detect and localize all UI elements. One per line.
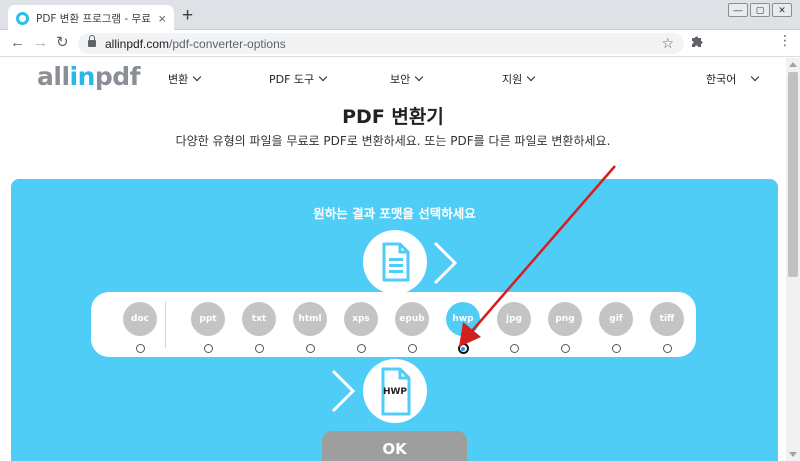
nav-convert-label: 변환 <box>168 73 189 86</box>
nav-pdf-tools[interactable]: PDF 도구 <box>269 71 328 87</box>
chevron-right-icon <box>331 369 356 413</box>
target-file-circle: HWP <box>363 359 427 423</box>
browser-menu-icon[interactable]: ⋮ <box>778 33 792 47</box>
new-tab-button[interactable]: + <box>182 6 193 25</box>
star-icon[interactable]: ☆ <box>661 35 674 52</box>
page-subtitle: 다양한 유형의 파일을 무료로 PDF로 변환하세요. 또는 PDF를 다른 파… <box>175 134 611 148</box>
format-button-gif[interactable]: gif <box>599 302 633 336</box>
nav-pdf-tools-label: PDF 도구 <box>269 73 315 86</box>
format-button-jpg[interactable]: jpg <box>497 302 531 336</box>
format-button-xps[interactable]: xps <box>344 302 378 336</box>
language-selector[interactable]: 한국어 <box>706 71 760 87</box>
browser-toolbar: ← → ↻ allinpdf.com/pdf-converter-options… <box>0 30 800 57</box>
address-bar[interactable]: allinpdf.com/pdf-converter-options ☆ <box>78 33 684 54</box>
format-button-doc[interactable]: doc <box>123 302 157 336</box>
url-path: /pdf-converter-options <box>169 36 286 51</box>
format-option-doc[interactable]: doc <box>120 302 160 353</box>
format-radio-ppt[interactable] <box>203 344 213 353</box>
scroll-down-icon[interactable] <box>789 452 797 457</box>
ok-button[interactable]: OK <box>322 431 467 461</box>
format-divider <box>165 301 166 348</box>
format-button-hwp[interactable]: hwp <box>446 302 480 336</box>
reload-button[interactable]: ↻ <box>56 34 69 52</box>
format-option-html[interactable]: html <box>290 302 330 353</box>
logo-part-all: all <box>37 62 70 91</box>
document-icon <box>382 242 410 282</box>
scroll-up-icon[interactable] <box>789 62 797 67</box>
browser-tab[interactable]: PDF 변환 프로그램 - 무료 온라인 × <box>8 5 174 31</box>
format-radio-tiff[interactable] <box>662 344 672 353</box>
language-label: 한국어 <box>706 73 737 86</box>
format-option-png[interactable]: png <box>545 302 585 353</box>
page-title: PDF 변환기 <box>342 106 444 128</box>
format-radio-xps[interactable] <box>356 344 366 353</box>
forward-button[interactable]: → <box>33 34 48 52</box>
puzzle-icon[interactable] <box>690 34 704 51</box>
format-option-gif[interactable]: gif <box>596 302 636 353</box>
maximize-button[interactable]: ▢ <box>750 3 770 17</box>
back-button[interactable]: ← <box>10 34 25 52</box>
converter-panel: 원하는 결과 포맷을 선택하세요 doc ppt txt html xps epub hwp… <box>11 179 778 461</box>
format-radio-epub[interactable] <box>407 344 417 353</box>
format-selector: doc ppt txt html xps epub hwp jpg png gif tiff <box>91 292 696 357</box>
format-option-ppt[interactable]: ppt <box>188 302 228 353</box>
page-scrollbar[interactable] <box>786 58 800 461</box>
chevron-right-icon <box>433 241 458 285</box>
format-radio-doc[interactable] <box>135 344 145 353</box>
tab-close-icon[interactable]: × <box>158 12 166 25</box>
format-option-xps[interactable]: xps <box>341 302 381 353</box>
format-option-epub[interactable]: epub <box>392 302 432 353</box>
minimize-button[interactable]: — <box>728 3 748 17</box>
target-format-label: HWP <box>382 387 408 397</box>
nav-support[interactable]: 지원 <box>502 71 536 87</box>
nav-convert[interactable]: 변환 <box>168 71 202 87</box>
chevron-down-icon <box>751 72 760 82</box>
nav-security-label: 보안 <box>390 73 411 86</box>
url-host: allinpdf.com <box>105 36 170 51</box>
logo-part-pdf: pdf <box>94 62 141 91</box>
lock-icon <box>88 35 96 48</box>
panel-heading: 원하는 결과 포맷을 선택하세요 <box>313 206 476 221</box>
format-option-hwp[interactable]: hwp <box>443 302 483 354</box>
chevron-down-icon <box>318 72 328 82</box>
chevron-down-icon <box>415 72 424 82</box>
scroll-thumb[interactable] <box>788 72 798 277</box>
format-radio-hwp[interactable] <box>457 343 469 354</box>
format-radio-gif[interactable] <box>611 344 621 353</box>
format-button-epub[interactable]: epub <box>395 302 429 336</box>
site-logo[interactable]: allinpdf <box>37 62 141 91</box>
format-radio-txt[interactable] <box>254 344 264 353</box>
format-radio-html[interactable] <box>305 344 315 353</box>
format-option-jpg[interactable]: jpg <box>494 302 534 353</box>
logo-part-in: in <box>69 62 96 91</box>
tab-favicon-icon <box>16 11 29 25</box>
tab-title: PDF 변환 프로그램 - 무료 온라인 <box>36 12 152 25</box>
browser-tabstrip: PDF 변환 프로그램 - 무료 온라인 × + — ▢ ✕ <box>0 0 800 31</box>
source-file-circle <box>363 230 427 294</box>
chevron-down-icon <box>527 72 536 82</box>
format-button-ppt[interactable]: ppt <box>191 302 225 336</box>
nav-security[interactable]: 보안 <box>390 71 424 87</box>
format-option-tiff[interactable]: tiff <box>647 302 687 353</box>
format-button-txt[interactable]: txt <box>242 302 276 336</box>
format-button-tiff[interactable]: tiff <box>650 302 684 336</box>
format-radio-png[interactable] <box>560 344 570 353</box>
format-button-png[interactable]: png <box>548 302 582 336</box>
format-option-txt[interactable]: txt <box>239 302 279 353</box>
close-window-button[interactable]: ✕ <box>772 3 792 17</box>
site-header: allinpdf 변환 PDF 도구 보안 지원 한국어 <box>0 58 786 100</box>
format-button-html[interactable]: html <box>293 302 327 336</box>
nav-support-label: 지원 <box>502 73 523 86</box>
format-radio-jpg[interactable] <box>509 344 519 353</box>
window-controls: — ▢ ✕ <box>728 3 792 17</box>
chevron-down-icon <box>193 72 202 82</box>
